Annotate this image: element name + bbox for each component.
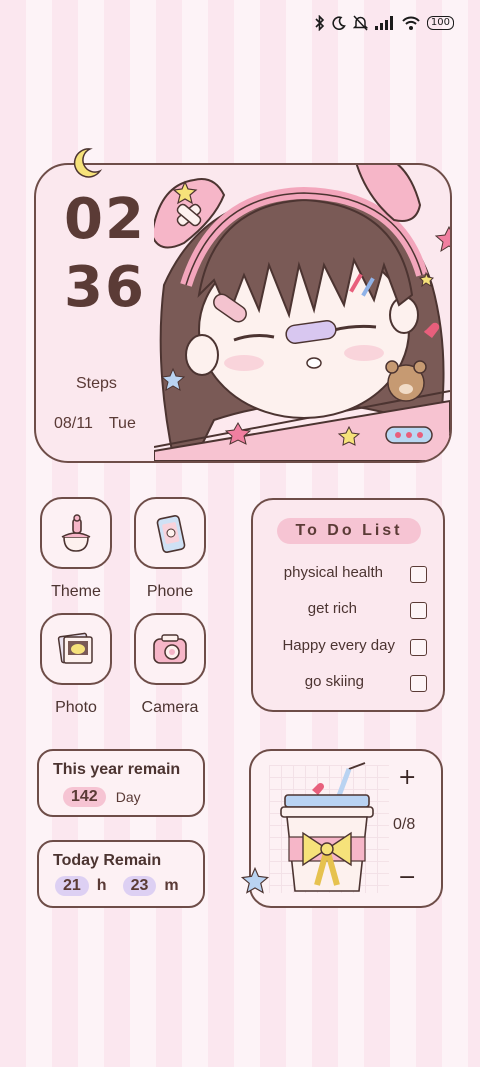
clock-widget[interactable]: 02 36 Steps 08/11 Tue xyxy=(34,163,452,463)
today-remain-hours: 21 xyxy=(55,876,89,896)
bell-off-icon xyxy=(352,15,368,31)
today-remain-title: Today Remain xyxy=(53,852,162,869)
app-phone[interactable]: Phone xyxy=(134,497,206,601)
moon-decoration-icon xyxy=(73,148,103,178)
camera-icon[interactable] xyxy=(134,613,206,685)
todo-checkbox[interactable] xyxy=(410,566,427,583)
clock-minutes: 36 xyxy=(64,255,146,320)
minutes-unit: m xyxy=(164,877,179,894)
water-plus-button[interactable]: + xyxy=(398,765,416,790)
moon-icon xyxy=(332,16,346,30)
water-count: 0/8 xyxy=(393,816,416,833)
water-tracker-widget[interactable]: + 0/8 − xyxy=(249,749,443,908)
todo-title: To Do List xyxy=(277,518,421,544)
weekday-text: Tue xyxy=(108,415,136,432)
girl-illustration xyxy=(154,165,450,461)
blue-star-icon xyxy=(240,866,270,894)
drink-cup-illustration xyxy=(280,762,374,892)
app-label: Photo xyxy=(55,699,97,716)
todo-item-label: Happy every day xyxy=(282,637,395,654)
today-remain-minutes: 23 xyxy=(122,876,157,896)
wifi-icon xyxy=(402,16,420,30)
todo-checkbox[interactable] xyxy=(410,602,427,619)
steps-label: Steps xyxy=(76,375,117,392)
year-remain-title: This year remain xyxy=(53,761,181,778)
hours-unit: h xyxy=(96,877,107,894)
todo-widget[interactable]: To Do List physical health get rich Happ… xyxy=(251,498,445,712)
battery-indicator: 100 xyxy=(426,16,454,30)
year-remain-unit: Day xyxy=(115,789,141,805)
blue-star-icon xyxy=(160,367,186,392)
todo-item-label: physical health xyxy=(283,564,383,581)
signal-icon xyxy=(374,16,393,30)
date-row: 08/11 Tue xyxy=(54,415,136,433)
todo-item-label: go skiing xyxy=(304,673,364,690)
yellow-star-icon xyxy=(172,180,198,205)
app-theme[interactable]: Theme xyxy=(40,497,112,601)
todo-item-label: get rich xyxy=(307,600,357,617)
clock-hours: 02 xyxy=(64,187,146,252)
year-remain-value: 142 xyxy=(63,787,106,807)
app-label: Camera xyxy=(141,699,199,716)
todo-checkbox[interactable] xyxy=(410,675,427,692)
status-bar: 100 xyxy=(315,12,454,34)
app-label: Theme xyxy=(51,583,101,600)
today-remain-widget[interactable]: Today Remain 21 h 23 m xyxy=(37,840,205,908)
year-remain-widget[interactable]: This year remain 142 Day xyxy=(37,749,205,817)
photo-icon[interactable] xyxy=(40,613,112,685)
app-photo[interactable]: Photo xyxy=(40,613,112,717)
app-label: Phone xyxy=(146,583,194,600)
date-text: 08/11 xyxy=(54,415,93,432)
theme-icon[interactable] xyxy=(40,497,112,569)
water-minus-button[interactable]: − xyxy=(398,865,416,890)
bluetooth-icon xyxy=(315,15,325,31)
phone-icon[interactable] xyxy=(134,497,206,569)
todo-checkbox[interactable] xyxy=(410,639,427,656)
app-camera[interactable]: Camera xyxy=(134,613,206,717)
